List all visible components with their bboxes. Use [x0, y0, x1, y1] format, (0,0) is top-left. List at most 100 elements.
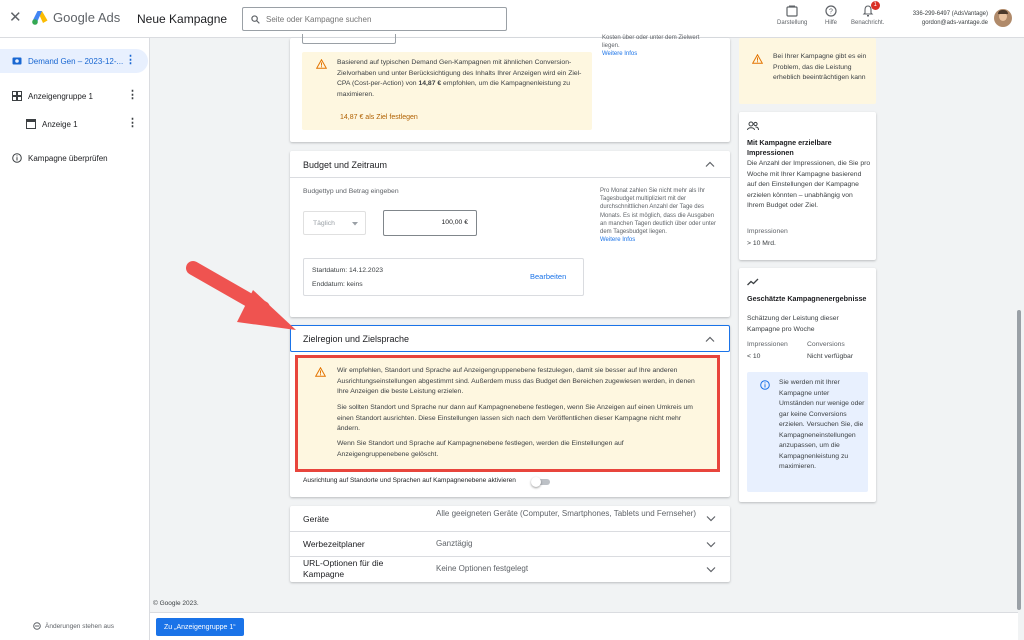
bidding-side-help-text: Kosten über oder unter dem Zielwert lieg… — [602, 35, 700, 49]
pending-changes-status: Änderungen stehen aus — [33, 622, 114, 630]
sidebar-item-review[interactable]: Kampagne überprüfen — [0, 146, 150, 170]
section-value: Keine Optionen festgelegt — [436, 564, 529, 573]
targeting-warning-box: Wir empfehlen, Standort und Sprache auf … — [295, 355, 720, 472]
results-info-text: Sie werden mit Ihrer Kampagne unter Umst… — [779, 379, 865, 470]
collapsed-sections-card: Geräte Alle geeigneten Geräte (Computer,… — [290, 506, 730, 582]
help-label: Hilfe — [825, 20, 838, 26]
account-info[interactable]: 336-299-6497 (AdsVantage) gordon@ads-van… — [880, 10, 988, 28]
chevron-down-icon[interactable] — [706, 567, 716, 573]
bidding-more-info-link[interactable]: Weitere Infos — [602, 50, 718, 58]
warning-paragraph-3: Wenn Sie Standort und Sprache auf Kampag… — [337, 440, 624, 458]
page-title: Neue Kampagne — [137, 12, 228, 26]
annotation-arrow — [186, 261, 296, 330]
trending-icon — [747, 278, 759, 286]
budget-title: Budget und Zeitraum — [303, 160, 388, 170]
cpa-recommendation-text: Basierend auf typischen Demand Gen-Kampa… — [337, 58, 587, 100]
avatar-hair — [998, 10, 1008, 14]
impressions-metric-value: > 10 Mrd. — [747, 240, 776, 247]
page-scrollbar[interactable] — [1017, 310, 1021, 610]
top-bar: ✕ Google Ads Neue Kampagne Darstellung ?… — [0, 0, 1024, 38]
chevron-up-icon[interactable] — [705, 161, 715, 167]
sidebar-item-campaign[interactable]: Demand Gen – 2023-12-... ⋮ — [0, 49, 148, 73]
start-date: Startdatum: 14.12.2023 — [312, 267, 384, 274]
partial-input[interactable] — [302, 34, 396, 44]
sidebar-item-ad[interactable]: Anzeige 1 ⋮ — [0, 112, 150, 136]
results-impressions-value: < 10 — [747, 353, 761, 360]
section-row-devices[interactable]: Geräte Alle geeigneten Geräte (Computer,… — [290, 506, 730, 532]
set-target-cpa-link[interactable]: 14,87 € als Ziel festlegen — [340, 114, 418, 121]
campaign-icon — [12, 57, 22, 65]
sidebar-item-label: Anzeigengruppe 1 — [28, 91, 93, 101]
chevron-down-icon[interactable] — [706, 516, 716, 522]
sidebar-item-label: Kampagne überprüfen — [28, 153, 108, 163]
help-button[interactable]: ? Hilfe — [825, 5, 837, 26]
edit-dates-button[interactable]: Bearbeiten — [530, 272, 566, 281]
people-icon — [747, 121, 759, 131]
date-range-box: Startdatum: 14.12.2023 Enddatum: keins B… — [303, 258, 584, 296]
problem-warning-text: Bei Ihrer Kampagne gibt es ein Problem, … — [773, 53, 867, 81]
ad-group-icon — [12, 91, 22, 101]
results-conversions-label: Conversions — [807, 341, 845, 348]
more-vert-icon[interactable]: ⋮ — [125, 55, 136, 66]
sidebar-item-ad-group[interactable]: Anzeigengruppe 1 ⋮ — [0, 84, 150, 108]
budget-type-value: Täglich — [313, 219, 335, 227]
avatar[interactable] — [994, 9, 1012, 27]
budget-amount-input[interactable]: 100,00 € — [383, 210, 477, 236]
results-card-title: Geschätzte Kampagnenergebnisse — [747, 294, 867, 303]
svg-text:?: ? — [829, 9, 833, 16]
budget-card: Budget und Zeitraum Budgettyp und Betrag… — [290, 151, 730, 317]
campaign-level-targeting-toggle[interactable] — [531, 477, 551, 487]
estimated-results-card: Geschätzte Kampagnenergebnisse Schätzung… — [739, 268, 876, 502]
info-icon — [12, 153, 22, 163]
bidding-side-help: Kosten über oder unter dem Zielwert lieg… — [602, 34, 718, 58]
more-vert-icon[interactable]: ⋮ — [127, 118, 138, 129]
toggle-thumb — [531, 477, 541, 487]
display-button[interactable]: Darstellung — [777, 5, 807, 26]
section-label: Geräte — [303, 514, 329, 524]
next-to-ad-group-button[interactable]: Zu „Anzeigengruppe 1“ — [156, 618, 244, 636]
budget-type-select[interactable]: Täglich — [303, 211, 366, 235]
account-id: 336-299-6497 (AdsVantage) — [912, 11, 988, 17]
budget-more-info-link[interactable]: Weitere Infos — [600, 236, 718, 244]
bottom-action-bar: Zu „Anzeigengruppe 1“ — [150, 612, 1018, 640]
warning-paragraph-2: Sie sollten Standort und Sprache nur dan… — [337, 404, 693, 432]
search-box[interactable] — [242, 7, 507, 31]
search-input[interactable] — [266, 14, 486, 24]
warning-icon — [752, 54, 763, 64]
budget-side-help: Pro Monat zahlen Sie nicht mehr als Ihr … — [600, 187, 718, 244]
section-value: Ganztägig — [436, 539, 473, 548]
section-row-url-options[interactable]: URL-Optionen für die Kampagne Keine Opti… — [290, 557, 730, 582]
pending-icon — [33, 622, 41, 630]
cpa-recommendation-box: Basierend auf typischen Demand Gen-Kampa… — [302, 52, 592, 130]
impressions-card: Mit Kampagne erzielbare Impressionen Die… — [739, 112, 876, 260]
close-icon[interactable]: ✕ — [9, 10, 22, 26]
impressions-card-title: Mit Kampagne erzielbare Impressionen — [747, 138, 832, 157]
section-row-schedule[interactable]: Werbezeitplaner Ganztägig — [290, 532, 730, 557]
recommendation-value: 14,87 € — [418, 80, 442, 87]
warning-icon — [316, 59, 327, 69]
section-label: URL-Optionen für die Kampagne — [303, 558, 384, 579]
google-ads-logo-icon — [32, 10, 48, 25]
chevron-up-icon[interactable] — [705, 336, 715, 342]
copyright: © Google 2023. — [153, 600, 199, 607]
sidebar-item-label: Anzeige 1 — [42, 119, 78, 129]
end-date: Enddatum: keins — [312, 281, 363, 288]
chevron-down-icon[interactable] — [706, 542, 716, 548]
targeting-header[interactable]: Zielregion und Zielsprache — [290, 325, 730, 352]
section-value: Alle geeigneten Geräte (Computer, Smartp… — [436, 509, 696, 518]
bidding-card: Basierend auf typischen Demand Gen-Kampa… — [290, 34, 730, 142]
search-icon — [251, 14, 260, 24]
results-card-description: Schätzung der Leistung dieser Kampagne p… — [747, 315, 839, 333]
google-ads-logo[interactable]: Google Ads — [32, 10, 120, 25]
warning-paragraph-1: Wir empfehlen, Standort und Sprache auf … — [337, 367, 695, 395]
budget-side-help-text: Pro Monat zahlen Sie nicht mehr als Ihr … — [600, 188, 716, 236]
ad-icon — [26, 119, 36, 129]
sidebar-item-label: Demand Gen – 2023-12-... — [28, 56, 124, 66]
account-email: gordon@ads-vantage.de — [921, 20, 988, 26]
display-icon — [786, 5, 798, 17]
left-navigation: Demand Gen – 2023-12-... ⋮ Anzeigengrupp… — [0, 38, 150, 640]
more-vert-icon[interactable]: ⋮ — [127, 90, 138, 101]
pending-text: Änderungen stehen aus — [45, 622, 115, 630]
targeting-card: Zielregion und Zielsprache Wir empfehlen… — [290, 325, 730, 497]
budget-header[interactable]: Budget und Zeitraum — [290, 151, 730, 178]
